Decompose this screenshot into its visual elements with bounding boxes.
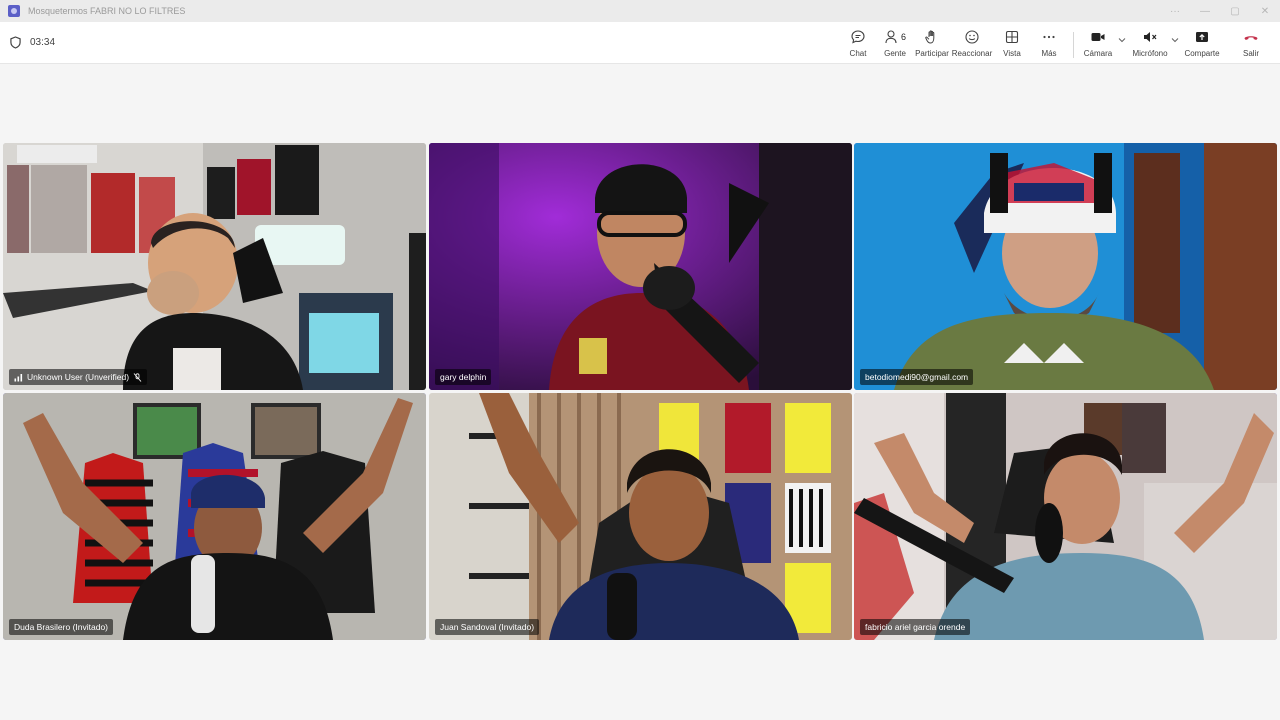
timer-text: 03:34 [30, 37, 56, 48]
meeting-toolbar: 03:34 Chat 6 Gente Participar Reaccionar… [0, 22, 1280, 64]
participant-video [429, 143, 852, 390]
participant-name-tag: fabricio ariel garcia orende [860, 619, 971, 635]
video-tile-duda-brasilero[interactable]: Duda Brasilero (Invitado) [3, 393, 426, 640]
window-title: Mosquetermos FABRI NO LO FILTRES [28, 6, 186, 16]
shield-icon [10, 36, 21, 49]
participant-name: Duda Brasilero (Invitado) [14, 622, 109, 632]
share-label: Comparte [1184, 49, 1220, 58]
hang-up-icon [1244, 36, 1258, 40]
participant-name-tag: gary delphin [435, 369, 492, 385]
camera-button[interactable]: Cámara [1075, 27, 1121, 61]
people-icon [885, 30, 897, 44]
participant-name-tag: betodiomedi90@gmail.com [860, 369, 974, 385]
signal-bars-icon [14, 373, 23, 381]
participant-video [3, 143, 426, 390]
participant-name: fabricio ariel garcia orende [865, 622, 966, 632]
teams-app-icon [8, 5, 20, 17]
view-label: Vista [1003, 49, 1021, 58]
speaker-muted-icon [1144, 32, 1157, 42]
chat-label: Chat [849, 49, 867, 58]
participant-name: Unknown User (Unverified) [27, 372, 130, 382]
participant-video [854, 143, 1277, 390]
window-more-button[interactable]: ··· [1160, 0, 1190, 22]
participant-video [429, 393, 852, 640]
window-close-button[interactable]: ✕ [1250, 0, 1280, 22]
leave-label: Salir [1242, 49, 1259, 58]
participant-name: gary delphin [440, 372, 487, 382]
more-button[interactable]: Más [1026, 27, 1072, 61]
video-tile-fabricio-garcia[interactable]: fabricio ariel garcia orende [854, 393, 1277, 640]
participant-name-tag: Duda Brasilero (Invitado) [9, 619, 114, 635]
participant-name-tag: Juan Sandoval (Invitado) [435, 619, 540, 635]
microphone-button[interactable]: Micrófono [1127, 27, 1173, 61]
chat-icon [851, 30, 865, 44]
participant-name: Juan Sandoval (Invitado) [440, 622, 535, 632]
window-titlebar: Mosquetermos FABRI NO LO FILTRES ··· — ▢… [0, 0, 1280, 22]
share-screen-icon [1196, 32, 1208, 42]
raise-hand-label: Participar [915, 49, 949, 58]
hand-icon [925, 30, 935, 44]
camera-label: Cámara [1083, 49, 1113, 58]
participant-video [854, 393, 1277, 640]
leave-button[interactable]: Salir [1228, 27, 1274, 61]
video-tile-juan-sandoval[interactable]: Juan Sandoval (Invitado) [429, 393, 852, 640]
video-tile-betodiomedi[interactable]: betodiomedi90@gmail.com [854, 143, 1277, 390]
participant-video [3, 393, 426, 640]
camera-options-chevron-icon[interactable] [1117, 35, 1127, 45]
share-button[interactable]: Comparte [1179, 27, 1225, 61]
video-tile-unknown-user[interactable]: Unknown User (Unverified) [3, 143, 426, 390]
mic-off-icon [133, 372, 142, 382]
smiley-icon [965, 30, 979, 44]
window-minimize-button[interactable]: — [1190, 0, 1220, 22]
participant-name: betodiomedi90@gmail.com [865, 372, 969, 382]
window-maximize-button[interactable]: ▢ [1220, 0, 1250, 22]
meeting-timer: 03:34 [10, 36, 55, 49]
react-label: Reaccionar [951, 49, 993, 58]
video-tile-gary-delphin[interactable]: gary delphin [429, 143, 852, 390]
toolbar-divider [1073, 32, 1074, 58]
people-count: 6 [900, 32, 906, 42]
more-dots-icon [1043, 35, 1055, 39]
window-controls: ··· — ▢ ✕ [1160, 0, 1280, 22]
camera-icon [1091, 33, 1105, 41]
participant-name-tag: Unknown User (Unverified) [9, 369, 148, 385]
microphone-label: Micrófono [1132, 49, 1168, 58]
grid-view-icon [1005, 30, 1019, 44]
more-label: Más [1041, 49, 1057, 58]
people-label: Gente [884, 49, 906, 58]
